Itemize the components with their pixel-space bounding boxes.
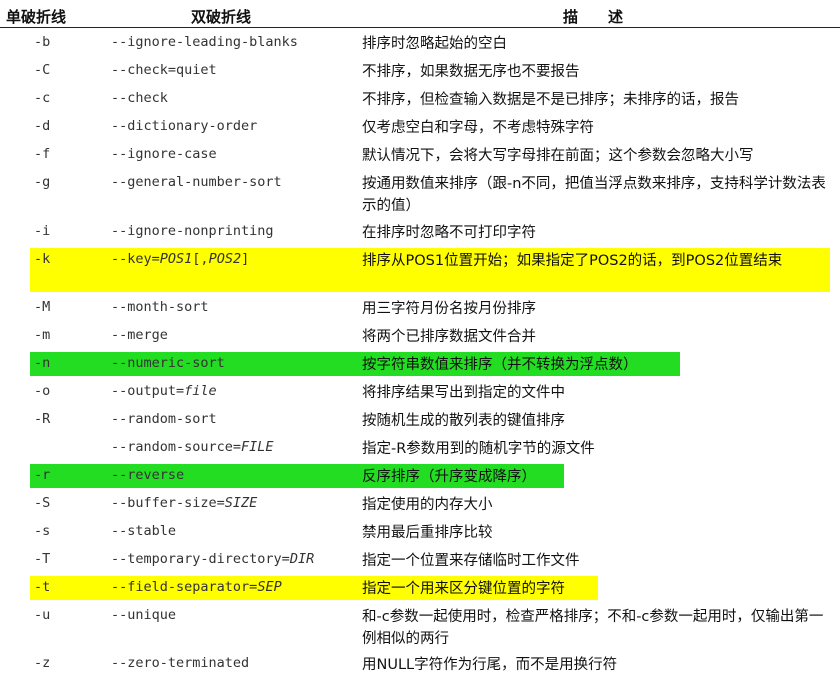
option-description: 指定一个位置来存储临时工作文件 (362, 553, 580, 569)
short-option: -k (34, 251, 51, 267)
short-option: -i (34, 223, 51, 239)
option-description: 排序从POS1位置开始；如果指定了POS2的话，到POS2位置结束 (362, 253, 783, 269)
long-option: --buffer-size=SIZE (111, 495, 258, 511)
option-description: 指定-R参数用到的随机字节的源文件 (362, 441, 595, 457)
short-option: -s (34, 523, 51, 539)
short-option: -g (34, 174, 51, 190)
long-option: --output=file (111, 383, 217, 399)
short-option: -z (34, 655, 51, 671)
short-option: -t (34, 579, 51, 595)
option-description: 指定一个用来区分键位置的字符 (362, 581, 565, 597)
header-description: 描 述 (563, 8, 624, 26)
long-option: --check (111, 90, 168, 106)
long-option: --month-sort (111, 299, 209, 315)
option-description: 将排序结果写出到指定的文件中 (362, 385, 565, 401)
option-description: 默认情况下，会将大写字母排在前面；这个参数会忽略大小写 (362, 148, 754, 164)
short-option: -T (34, 551, 51, 567)
short-option: -o (34, 383, 51, 399)
short-option: -S (34, 495, 51, 511)
long-option: --check=quiet (111, 62, 217, 78)
option-description: 排序时忽略起始的空白 (362, 36, 507, 52)
short-option: -b (34, 34, 51, 50)
header-long-option: 双破折线 (191, 8, 252, 26)
option-description: 用NULL字符作为行尾，而不是用换行符 (362, 657, 618, 673)
option-description: 和-c参数一起使用时，检查严格排序；不和-c参数一起用时，仅输出第一例相似的两行 (362, 609, 824, 647)
long-option: --ignore-leading-blanks (111, 34, 298, 50)
short-option: -r (34, 467, 51, 483)
long-option: --general-number-sort (111, 174, 282, 190)
option-description: 不排序，但检查输入数据是不是已排序；未排序的话，报告 (362, 92, 739, 108)
long-option: --stable (111, 523, 177, 539)
long-option: --temporary-directory=DIR (111, 551, 315, 567)
long-option: --dictionary-order (111, 118, 258, 134)
option-description: 不排序，如果数据无序也不要报告 (362, 64, 580, 80)
short-option: -n (34, 355, 51, 371)
long-option: --random-source=FILE (111, 439, 274, 455)
long-option: --key=POS1[,POS2] (111, 251, 250, 267)
option-description: 反序排序（升序变成降序） (362, 469, 536, 485)
option-description: 禁用最后重排序比较 (362, 525, 493, 541)
option-description: 将两个已排序数据文件合并 (362, 329, 536, 345)
short-option: -f (34, 146, 51, 162)
header-short-option: 单破折线 (6, 8, 67, 26)
short-option: -d (34, 118, 51, 134)
option-description: 按字符串数值来排序（并不转换为浮点数） (362, 357, 638, 373)
long-option: --unique (111, 607, 177, 623)
option-description: 用三字符月份名按月份排序 (362, 301, 536, 317)
long-option: --merge (111, 327, 168, 343)
option-description: 在排序时忽略不可打印字符 (362, 225, 536, 241)
long-option: --random-sort (111, 411, 217, 427)
long-option: --numeric-sort (111, 355, 225, 371)
option-description: 按随机生成的散列表的键值排序 (362, 413, 565, 429)
table-header: 单破折线 双破折线 描 述 (0, 0, 840, 28)
option-description: 按通用数值来排序（跟-n不同，把值当浮点数来排序，支持科学计数法表示的值） (362, 176, 826, 214)
option-description: 指定使用的内存大小 (362, 497, 493, 513)
short-option: -C (34, 62, 51, 78)
long-option: --ignore-nonprinting (111, 223, 274, 239)
short-option: -M (34, 299, 51, 315)
short-option: -R (34, 411, 51, 427)
short-option: -m (34, 327, 51, 343)
short-option: -u (34, 607, 51, 623)
long-option: --zero-terminated (111, 655, 250, 671)
long-option: --reverse (111, 467, 185, 483)
long-option: --field-separator=SEP (111, 579, 282, 595)
short-option: -c (34, 90, 51, 106)
option-description: 仅考虑空白和字母，不考虑特殊字符 (362, 120, 594, 136)
long-option: --ignore-case (111, 146, 217, 162)
